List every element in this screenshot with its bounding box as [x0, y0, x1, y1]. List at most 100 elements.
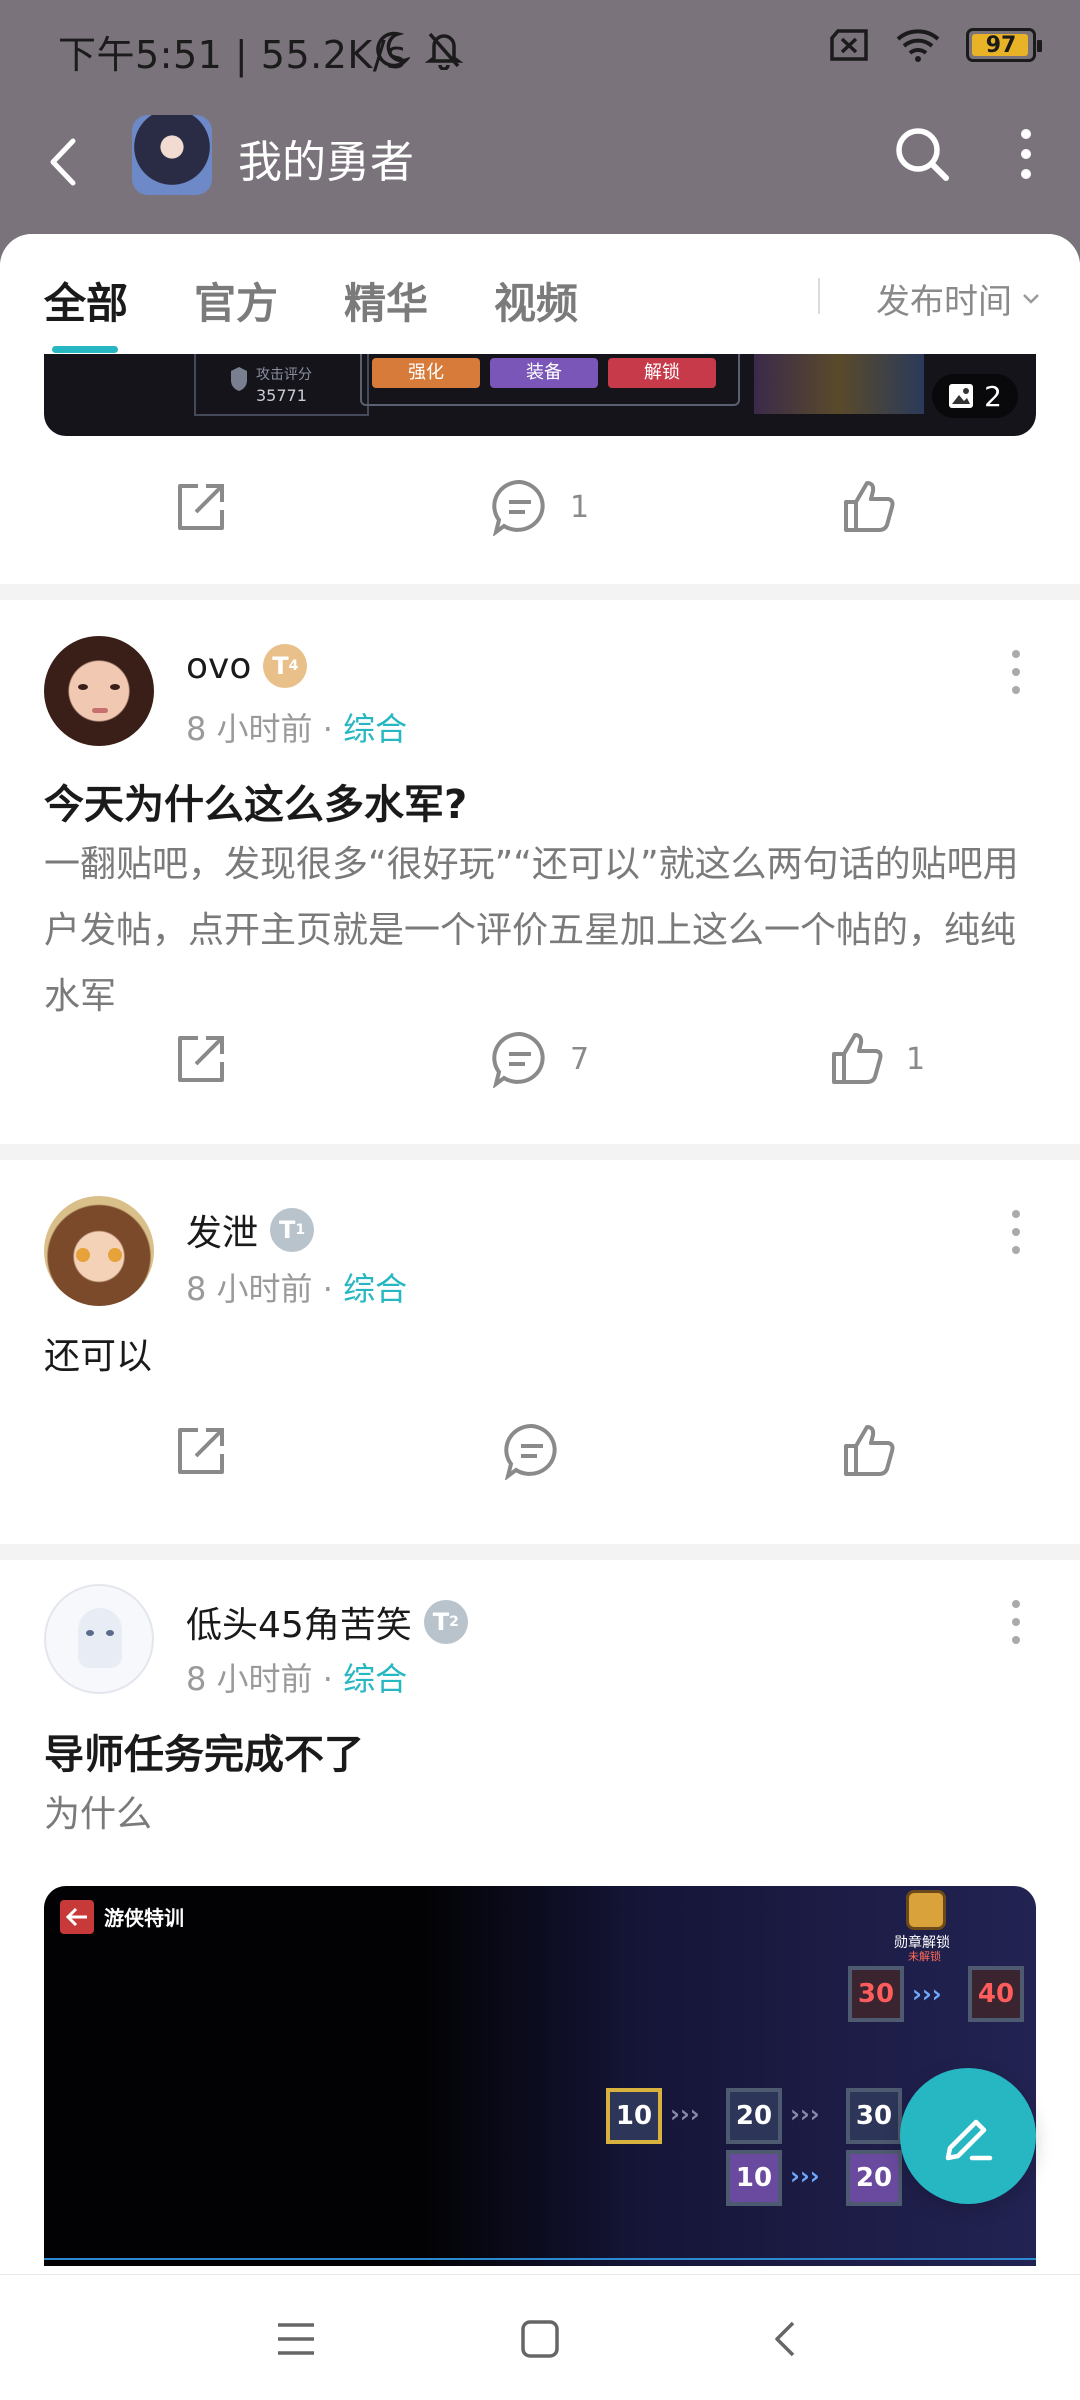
chevron-left-icon: [50, 138, 76, 186]
pen-icon: [945, 2119, 993, 2161]
bell-off-icon: [424, 32, 464, 70]
user-avatar[interactable]: [44, 636, 154, 746]
wifi-icon: [896, 29, 940, 62]
comment-button[interactable]: 1: [490, 478, 589, 536]
home-square-icon: [521, 2320, 559, 2358]
system-back-button[interactable]: [754, 2309, 814, 2369]
status-time-speed: 下午5:51 | 55.2K/s: [58, 33, 407, 77]
comment-button[interactable]: 7: [490, 1030, 589, 1088]
battery-level: 97: [985, 32, 1017, 58]
shield-icon: [231, 367, 247, 391]
image-count-badge: 2: [932, 374, 1018, 418]
post-meta: 8 小时前 · 综合: [186, 1270, 408, 1308]
username[interactable]: 发泄: [186, 1204, 258, 1256]
task-tile: 10: [606, 2088, 662, 2144]
post-meta: 8 小时前 · 综合: [186, 1660, 408, 1698]
post-time: 8 小时前: [186, 710, 313, 748]
comment-icon: [492, 1031, 545, 1088]
search-icon: [896, 128, 949, 181]
medal-sublabel: 未解锁: [908, 1950, 941, 1963]
post-time: 8 小时前: [186, 1270, 313, 1308]
recents-button[interactable]: [266, 2309, 326, 2369]
tab-all[interactable]: 全部: [44, 270, 128, 331]
post-body: 为什么: [44, 1794, 153, 1835]
chevron-down-icon: [1023, 293, 1039, 304]
post-separator: [0, 1544, 1080, 1560]
tab-video[interactable]: 视频: [494, 270, 578, 331]
post-card[interactable]: ovo T4 8 小时前 · 综合 今天为什么这么多水军? 一翻贴吧，发现很多“…: [0, 600, 1080, 1144]
username[interactable]: ovo: [186, 646, 251, 687]
post-category[interactable]: 综合: [343, 1270, 407, 1308]
post-category[interactable]: 综合: [343, 1660, 407, 1698]
post-category[interactable]: 综合: [343, 710, 407, 748]
arrow-icon: ›››: [670, 2100, 700, 2128]
search-button[interactable]: [890, 122, 954, 186]
post-image-partial[interactable]: 攻击评分 35771 强化 装备 解锁 2: [44, 354, 1036, 436]
battery-icon: 97: [966, 28, 1042, 62]
thumbs-up-icon: [844, 1425, 895, 1476]
like-count: 1: [906, 1041, 926, 1077]
home-button[interactable]: [510, 2309, 570, 2369]
like-button[interactable]: 1: [828, 1030, 925, 1088]
task-tile: 40: [968, 1966, 1024, 2022]
image-count: 2: [984, 379, 1002, 413]
medal-icon: [906, 1890, 946, 1930]
like-button[interactable]: [840, 1422, 898, 1480]
share-icon: [178, 484, 224, 530]
user-avatar[interactable]: [44, 1196, 154, 1306]
sim-off-icon: [830, 29, 868, 61]
sort-label: 发布时间: [876, 282, 1012, 322]
level-badge: T2: [423, 1600, 468, 1644]
user-avatar[interactable]: [44, 1584, 154, 1694]
task-tile: 20: [726, 2088, 782, 2144]
back-arrow-icon: [60, 1900, 94, 1934]
tab-featured[interactable]: 精华: [344, 270, 428, 331]
username-row: 发泄 T1: [186, 1204, 315, 1256]
system-nav-bar: [0, 2274, 1080, 2400]
back-button[interactable]: [38, 130, 86, 194]
post-actions: [0, 1422, 1080, 1512]
arrow-icon: ›››: [790, 2100, 820, 2128]
status-bar: 下午5:51 | 55.2K/s 97: [0, 0, 1080, 100]
post-feed[interactable]: 攻击评分 35771 强化 装备 解锁 2 1 ovo T 4 8 小时前 · …: [0, 354, 1080, 2274]
content-sheet: 全部 官方 精华 视频 发布时间 攻击评分 35771 强化 装备 解锁 2 1…: [0, 234, 1080, 2274]
post-card[interactable]: 发泄 T1 8 小时前 · 综合 还可以: [0, 1160, 1080, 1544]
post-body: 还可以: [44, 1336, 153, 1377]
task-tile: 20: [846, 2150, 902, 2206]
comment-icon: [492, 479, 545, 536]
share-button[interactable]: [172, 1030, 230, 1088]
task-tile: 30: [846, 2088, 902, 2144]
post-more-icon[interactable]: [1008, 646, 1024, 698]
post-image[interactable]: 游侠特训 勋章解锁 未解锁 30 ››› 40 10 ››› 20 ››› 30…: [44, 1886, 1036, 2266]
comment-button[interactable]: [502, 1422, 562, 1480]
image-icon: [949, 384, 974, 408]
username[interactable]: 低头45角苦笑: [186, 1596, 412, 1648]
arrow-icon: ›››: [912, 1980, 942, 2008]
level-badge: T1: [270, 1208, 315, 1252]
post-body: 一翻贴吧，发现很多“很好玩”“还可以”就这么两句话的贴吧用户发帖，点开主页就是一…: [44, 844, 1019, 1017]
forum-header: 我的勇者: [0, 100, 1080, 234]
forum-avatar[interactable]: [132, 115, 212, 195]
share-button[interactable]: [172, 478, 230, 536]
compose-post-button[interactable]: [900, 2068, 1036, 2204]
post-separator: [0, 1144, 1080, 1160]
post-title: 今天为什么这么多水军?: [44, 782, 468, 828]
task-tile: 10: [726, 2150, 782, 2206]
image-header-text: 游侠特训: [104, 1906, 184, 1930]
post-title: 导师任务完成不了: [44, 1732, 364, 1778]
score-value: 35771: [256, 386, 307, 405]
post-more-icon[interactable]: [1008, 1206, 1024, 1258]
share-button[interactable]: [172, 1422, 230, 1480]
post-more-icon[interactable]: [1008, 1596, 1024, 1648]
like-button[interactable]: [840, 478, 898, 536]
menu-icon: [278, 2323, 314, 2355]
more-vertical-icon: [1021, 129, 1031, 179]
sort-dropdown[interactable]: 发布时间: [876, 274, 1040, 323]
post-time: 8 小时前: [186, 1660, 313, 1698]
thumbs-up-icon: [844, 481, 895, 532]
equip-game-button: 装备: [490, 358, 598, 388]
tab-official[interactable]: 官方: [194, 270, 278, 331]
post-actions: 1: [0, 478, 1080, 568]
more-button[interactable]: [1002, 122, 1050, 186]
share-icon: [178, 1036, 224, 1082]
